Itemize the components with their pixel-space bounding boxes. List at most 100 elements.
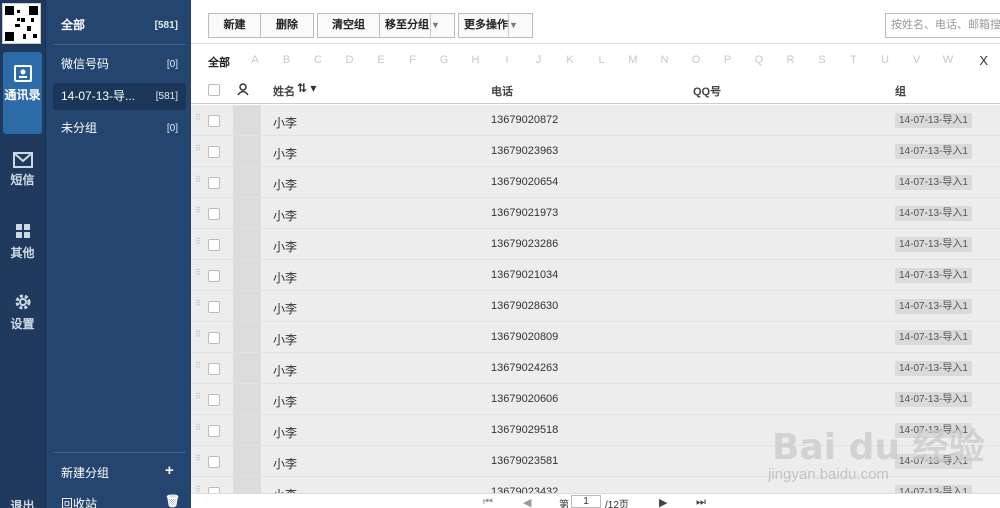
- alpha-letter-f[interactable]: F: [406, 54, 420, 66]
- drag-handle-icon[interactable]: ⠿: [195, 455, 202, 466]
- alpha-letter-w[interactable]: W: [941, 54, 955, 66]
- alpha-letter-o[interactable]: O: [689, 54, 703, 66]
- table-row[interactable]: ⠿ 小李 13679023286 14-07-13-导入1: [191, 229, 1000, 260]
- alpha-letter-r[interactable]: R: [784, 54, 798, 66]
- table-row[interactable]: ⠿ 小李 13679028630 14-07-13-导入1: [191, 291, 1000, 322]
- alpha-letter-d[interactable]: D: [343, 54, 357, 66]
- drag-handle-icon[interactable]: ⠿: [195, 300, 202, 311]
- last-page-icon[interactable]: ⏭: [696, 496, 706, 508]
- alpha-letter-h[interactable]: H: [469, 54, 483, 66]
- drag-handle-icon[interactable]: ⠿: [195, 331, 202, 342]
- alpha-letter-u[interactable]: U: [878, 54, 892, 66]
- drag-handle-icon[interactable]: ⠿: [195, 207, 202, 218]
- drag-handle-icon[interactable]: ⠿: [195, 362, 202, 373]
- new-button[interactable]: 新建: [208, 13, 261, 38]
- alpha-letter-k[interactable]: K: [563, 54, 577, 66]
- alpha-letter-c[interactable]: C: [311, 54, 325, 66]
- alpha-letter-i[interactable]: I: [500, 54, 514, 66]
- contact-name[interactable]: 小李: [273, 176, 297, 193]
- alpha-letter-e[interactable]: E: [374, 54, 388, 66]
- search-input[interactable]: 按姓名、电话、邮箱搜: [885, 13, 1000, 38]
- rail-item-settings[interactable]: 设置: [3, 292, 42, 332]
- contact-name[interactable]: 小李: [273, 238, 297, 255]
- table-row[interactable]: ⠿ 小李 13679029518 14-07-13-导入1: [191, 415, 1000, 446]
- group-item-import[interactable]: 14-07-13-导... [581]: [53, 83, 186, 110]
- drag-handle-icon[interactable]: ⠿: [195, 393, 202, 404]
- row-checkbox[interactable]: [208, 146, 220, 158]
- alpha-letter-q[interactable]: Q: [752, 54, 766, 66]
- page-input[interactable]: 1: [571, 495, 601, 508]
- contact-name[interactable]: 小李: [273, 269, 297, 286]
- contact-name[interactable]: 小李: [273, 393, 297, 410]
- row-checkbox[interactable]: [208, 394, 220, 406]
- row-checkbox[interactable]: [208, 456, 220, 468]
- drag-handle-icon[interactable]: ⠿: [195, 424, 202, 435]
- alpha-letter-j[interactable]: J: [532, 54, 546, 66]
- alpha-letter-a[interactable]: A: [248, 54, 262, 66]
- table-row[interactable]: ⠿ 小李 13679020809 14-07-13-导入1: [191, 322, 1000, 353]
- alpha-letter-b[interactable]: B: [280, 54, 294, 66]
- move-to-group-button[interactable]: 移至分组 ▼: [380, 13, 455, 38]
- table-row[interactable]: ⠿ 小李 13679020606 14-07-13-导入1: [191, 384, 1000, 415]
- contact-name[interactable]: 小李: [273, 114, 297, 131]
- table-row[interactable]: ⠿小李1367902343214-07-13-导入1: [191, 477, 1000, 493]
- contact-name[interactable]: 小李: [273, 145, 297, 162]
- sort-az-icon[interactable]: ⇅ ▾: [297, 81, 316, 95]
- table-row[interactable]: ⠿ 小李 13679020872 14-07-13-导入1: [191, 105, 1000, 136]
- alpha-letter-v[interactable]: V: [910, 54, 924, 66]
- table-row[interactable]: ⠿ 小李 13679021034 14-07-13-导入1: [191, 260, 1000, 291]
- chevron-down-icon[interactable]: ▼: [430, 14, 454, 37]
- new-group-button[interactable]: 新建分组 +: [61, 462, 174, 481]
- contact-name[interactable]: 小李: [273, 331, 297, 348]
- alpha-letter-g[interactable]: G: [437, 54, 451, 66]
- drag-handle-icon[interactable]: ⠿: [195, 269, 202, 280]
- recycle-bin-button[interactable]: 回收站 🗑: [61, 494, 180, 508]
- alpha-letter-p[interactable]: P: [721, 54, 735, 66]
- row-checkbox[interactable]: [208, 301, 220, 313]
- contact-name[interactable]: 小李: [273, 207, 297, 224]
- drag-handle-icon[interactable]: ⠿: [195, 114, 202, 125]
- contact-name[interactable]: 小李: [273, 424, 297, 441]
- row-checkbox[interactable]: [208, 115, 220, 127]
- table-row[interactable]: ⠿ 小李 13679023581 14-07-13-导入1: [191, 446, 1000, 477]
- row-checkbox[interactable]: [208, 208, 220, 220]
- logout-button[interactable]: 退出: [3, 497, 42, 508]
- group-item-ungrouped[interactable]: 未分组 [0]: [53, 115, 186, 142]
- row-checkbox[interactable]: [208, 332, 220, 344]
- contact-name[interactable]: 小李: [273, 300, 297, 317]
- next-page-icon[interactable]: ▶: [659, 496, 667, 508]
- alpha-letter-s[interactable]: S: [815, 54, 829, 66]
- prev-page-icon[interactable]: ◀: [523, 496, 531, 508]
- table-row[interactable]: ⠿ 小李 13679024263 14-07-13-导入1: [191, 353, 1000, 384]
- contact-name[interactable]: 小李: [273, 486, 297, 493]
- more-actions-button[interactable]: 更多操作 ▼: [458, 13, 533, 38]
- alpha-all[interactable]: 全部: [208, 54, 230, 70]
- alpha-letter-m[interactable]: M: [626, 54, 640, 66]
- alpha-letter-t[interactable]: T: [847, 54, 861, 66]
- row-checkbox[interactable]: [208, 363, 220, 375]
- first-page-icon[interactable]: ⏮: [483, 496, 493, 508]
- clear-group-button[interactable]: 清空组: [317, 13, 380, 38]
- rail-item-sms[interactable]: 短信: [3, 152, 42, 192]
- group-item-all[interactable]: 全部 [581]: [53, 12, 186, 39]
- table-row[interactable]: ⠿ 小李 13679020654 14-07-13-导入1: [191, 167, 1000, 198]
- qr-code-icon[interactable]: [2, 3, 41, 44]
- drag-handle-icon[interactable]: ⠿: [195, 176, 202, 187]
- drag-handle-icon[interactable]: ⠿: [195, 238, 202, 249]
- chevron-down-icon[interactable]: ▼: [508, 14, 532, 37]
- row-checkbox[interactable]: [208, 239, 220, 251]
- header-name[interactable]: 姓名: [273, 83, 295, 99]
- alpha-letter-l[interactable]: L: [595, 54, 609, 66]
- drag-handle-icon[interactable]: ⠿: [195, 145, 202, 156]
- row-checkbox[interactable]: [208, 177, 220, 189]
- alpha-letter-n[interactable]: N: [658, 54, 672, 66]
- row-checkbox[interactable]: [208, 270, 220, 282]
- rail-item-other[interactable]: 其他: [3, 224, 42, 264]
- row-checkbox[interactable]: [208, 425, 220, 437]
- rail-item-contacts[interactable]: 通讯录: [3, 52, 42, 134]
- contact-name[interactable]: 小李: [273, 455, 297, 472]
- group-item-wechat[interactable]: 微信号码 [0]: [53, 51, 186, 78]
- table-row[interactable]: ⠿ 小李 13679023963 14-07-13-导入1: [191, 136, 1000, 167]
- close-icon[interactable]: X: [979, 53, 988, 68]
- contact-name[interactable]: 小李: [273, 362, 297, 379]
